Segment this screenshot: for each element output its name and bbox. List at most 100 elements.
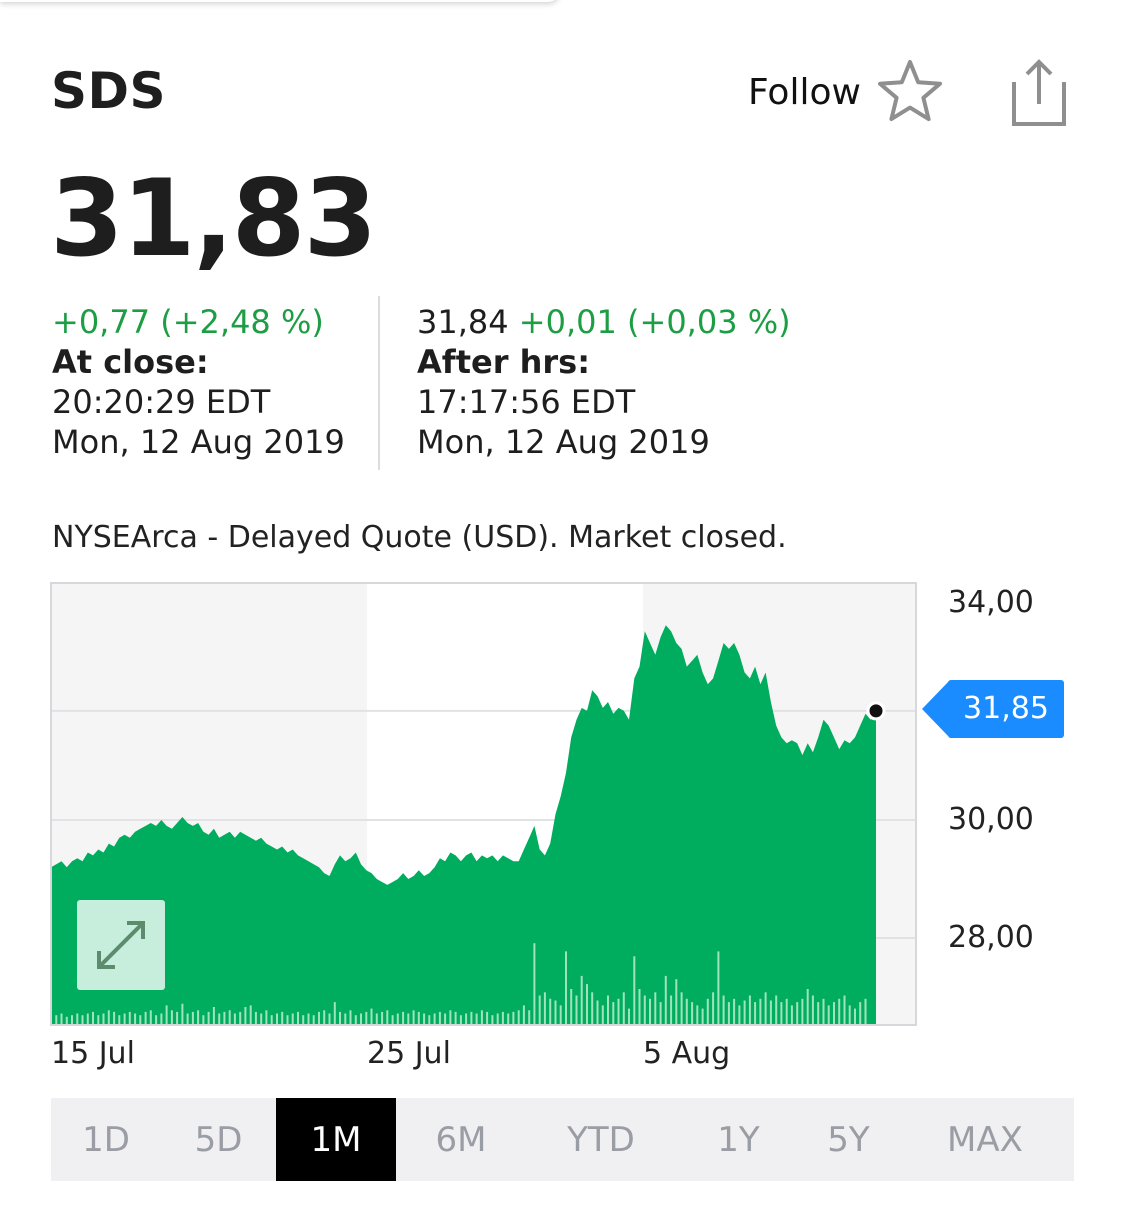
range-button-6m[interactable]: 6M <box>396 1098 526 1181</box>
volume-bar <box>549 998 552 1025</box>
current-value-tag-pointer <box>922 680 950 738</box>
fullscreen-button[interactable] <box>77 900 165 990</box>
volume-bar <box>796 1002 799 1025</box>
after-hours-change: +0,01 (+0,03 %) <box>518 303 791 341</box>
volume-bar <box>223 1011 226 1025</box>
volume-bar <box>386 1010 389 1025</box>
close-time: 20:20:29 EDT <box>52 383 271 421</box>
volume-bar <box>738 1005 741 1025</box>
volume-bar <box>717 951 720 1025</box>
volume-bar <box>769 1000 772 1025</box>
after-hours-date: Mon, 12 Aug 2019 <box>417 423 710 461</box>
volume-bar <box>712 992 715 1025</box>
volume-bar <box>617 998 620 1025</box>
follow-button[interactable]: Follow <box>748 72 861 113</box>
volume-bar <box>186 1013 189 1025</box>
volume-bar <box>512 1011 515 1025</box>
volume-bar <box>155 1015 158 1025</box>
volume-bar <box>97 1015 100 1025</box>
range-button-1m[interactable]: 1M <box>276 1098 396 1181</box>
volume-bar <box>444 1013 447 1025</box>
volume-bar <box>249 1005 252 1025</box>
share-icon[interactable] <box>1000 54 1072 130</box>
y-tick-label: 30,00 <box>948 802 1034 837</box>
volume-bar <box>391 1015 394 1025</box>
volume-bar <box>276 1013 278 1025</box>
volume-bar <box>281 1011 284 1025</box>
volume-bar <box>817 1002 820 1025</box>
volume-bar <box>554 1000 557 1025</box>
volume-bar <box>407 1013 410 1025</box>
expand-icon <box>97 921 145 969</box>
volume-bar <box>459 1015 462 1025</box>
volume-bar <box>102 1013 105 1025</box>
volume-bar <box>706 998 709 1025</box>
volume-bar <box>827 1005 830 1025</box>
range-button-5y[interactable]: 5Y <box>801 1098 896 1181</box>
volume-bar <box>801 998 804 1025</box>
volume-bar <box>160 1013 163 1025</box>
x-tick-label: 15 Jul <box>51 1036 135 1071</box>
volume-bar <box>449 1010 452 1025</box>
volume-bar <box>491 1015 494 1025</box>
volume-bar <box>207 1011 210 1025</box>
volume-bar <box>480 1010 483 1025</box>
current-point <box>866 701 886 721</box>
volume-bar <box>759 998 762 1025</box>
volume-bar <box>701 1008 704 1025</box>
y-tick-label: 28,00 <box>948 920 1034 955</box>
x-tick-label: 25 Jul <box>367 1036 451 1071</box>
volume-bar <box>107 1010 110 1025</box>
volume-bar <box>833 1002 835 1025</box>
volume-bar <box>764 992 767 1025</box>
volume-bar <box>596 1000 599 1025</box>
volume-bar <box>864 998 867 1025</box>
star-icon[interactable] <box>874 56 946 128</box>
quote-divider <box>378 296 380 470</box>
volume-bar <box>628 1008 630 1025</box>
volume-bar <box>633 956 636 1025</box>
range-button-max[interactable]: MAX <box>896 1098 1074 1181</box>
volume-bar <box>202 1015 205 1025</box>
volume-bar <box>780 1002 783 1025</box>
volume-bar <box>228 1010 231 1025</box>
volume-bar <box>244 1007 247 1025</box>
range-button-1y[interactable]: 1Y <box>676 1098 801 1181</box>
volume-bar <box>612 1002 615 1025</box>
volume-bar <box>134 1013 137 1025</box>
volume-bar <box>528 1010 531 1025</box>
volume-bar <box>113 1011 116 1025</box>
volume-bar <box>696 1005 699 1025</box>
volume-bar <box>254 1011 257 1025</box>
volume-bar <box>212 1007 215 1025</box>
volume-bar <box>454 1011 457 1025</box>
volume-bar <box>165 1005 168 1025</box>
close-date: Mon, 12 Aug 2019 <box>52 423 345 461</box>
range-button-1d[interactable]: 1D <box>51 1098 161 1181</box>
volume-bar <box>396 1013 399 1025</box>
volume-bar <box>733 998 736 1025</box>
volume-bar <box>748 995 751 1025</box>
volume-bar <box>649 998 651 1025</box>
volume-bar <box>570 989 573 1025</box>
volume-bar <box>123 1013 126 1025</box>
volume-bar <box>822 998 825 1025</box>
volume-bar <box>607 995 609 1025</box>
volume-bar <box>854 1008 856 1025</box>
volume-bar <box>354 1015 357 1025</box>
volume-bar <box>375 1013 378 1025</box>
exchange-note: NYSEArca - Delayed Quote (USD). Market c… <box>52 520 787 555</box>
range-button-5d[interactable]: 5D <box>161 1098 276 1181</box>
volume-bar <box>722 995 725 1025</box>
volume-bar <box>727 1002 730 1025</box>
volume-bar <box>522 1005 525 1025</box>
volume-bar <box>486 1011 489 1025</box>
volume-bar <box>790 1005 793 1025</box>
volume-bar <box>365 1011 368 1025</box>
volume-bar <box>438 1011 441 1025</box>
volume-bar <box>659 1002 662 1025</box>
volume-bar <box>775 995 778 1025</box>
volume-bar <box>859 1002 862 1025</box>
volume-bar <box>533 943 536 1025</box>
range-button-ytd[interactable]: YTD <box>526 1098 676 1181</box>
